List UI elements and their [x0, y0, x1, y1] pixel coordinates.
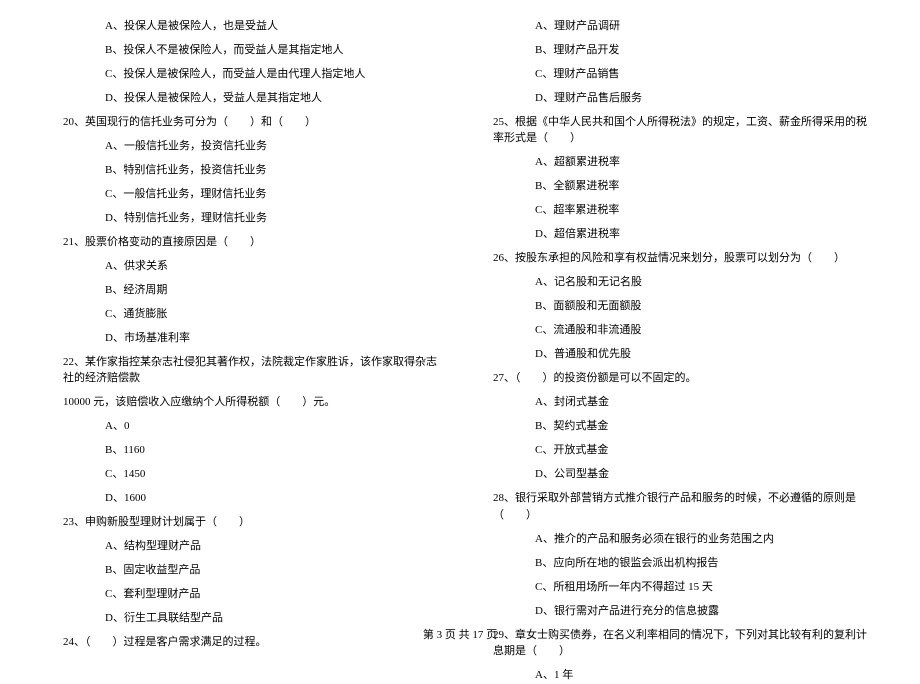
option-text: A、结构型理财产品	[45, 538, 445, 555]
option-text: D、市场基准利率	[45, 330, 445, 347]
option-text: A、0	[45, 418, 445, 435]
option-text: C、套利型理财产品	[45, 586, 445, 603]
option-text: A、理财产品调研	[475, 18, 875, 35]
option-text: D、1600	[45, 490, 445, 507]
option-text: B、面额股和无面额股	[475, 298, 875, 315]
option-text: B、特别信托业务，投资信托业务	[45, 162, 445, 179]
option-text: C、1450	[45, 466, 445, 483]
option-text: B、契约式基金	[475, 418, 875, 435]
option-text: D、衍生工具联结型产品	[45, 610, 445, 627]
option-text: C、一般信托业务，理财信托业务	[45, 186, 445, 203]
question-text: 23、申购新股型理财计划属于（ ）	[45, 514, 445, 531]
question-text: 20、英国现行的信托业务可分为（ ）和（ ）	[45, 114, 445, 131]
option-text: B、固定收益型产品	[45, 562, 445, 579]
option-text: D、普通股和优先股	[475, 346, 875, 363]
right-column: A、理财产品调研 B、理财产品开发 C、理财产品销售 D、理财产品售后服务 25…	[460, 10, 890, 620]
option-text: B、投保人不是被保险人，而受益人是其指定地人	[45, 42, 445, 59]
option-text: C、超率累进税率	[475, 202, 875, 219]
option-text: C、流通股和非流通股	[475, 322, 875, 339]
option-text: B、全额累进税率	[475, 178, 875, 195]
option-text: B、经济周期	[45, 282, 445, 299]
option-text: D、超倍累进税率	[475, 226, 875, 243]
option-text: A、推介的产品和服务必须在银行的业务范围之内	[475, 531, 875, 548]
option-text: A、供求关系	[45, 258, 445, 275]
option-text: C、投保人是被保险人，而受益人是由代理人指定地人	[45, 66, 445, 83]
option-text: C、通货膨胀	[45, 306, 445, 323]
option-text: A、投保人是被保险人，也是受益人	[45, 18, 445, 35]
option-text: A、1 年	[475, 667, 875, 684]
option-text: D、理财产品售后服务	[475, 90, 875, 107]
question-text: 21、股票价格变动的直接原因是（ ）	[45, 234, 445, 251]
question-text: 25、根据《中华人民共和国个人所得税法》的规定，工资、薪金所得采用的税率形式是（…	[475, 114, 875, 147]
option-text: B、理财产品开发	[475, 42, 875, 59]
option-text: B、应向所在地的银监会派出机构报告	[475, 555, 875, 572]
page-footer: 第 3 页 共 17 页	[0, 626, 920, 642]
option-text: D、公司型基金	[475, 466, 875, 483]
option-text: A、超额累进税率	[475, 154, 875, 171]
option-text: B、1160	[45, 442, 445, 459]
question-continuation: 10000 元，该赔偿收入应缴纳个人所得税额（ ）元。	[45, 394, 445, 411]
option-text: A、一般信托业务，投资信托业务	[45, 138, 445, 155]
option-text: C、所租用场所一年内不得超过 15 天	[475, 579, 875, 596]
option-text: A、封闭式基金	[475, 394, 875, 411]
page-content: A、投保人是被保险人，也是受益人 B、投保人不是被保险人，而受益人是其指定地人 …	[0, 0, 920, 620]
question-text: 27、（ ）的投资份额是可以不固定的。	[475, 370, 875, 387]
left-column: A、投保人是被保险人，也是受益人 B、投保人不是被保险人，而受益人是其指定地人 …	[30, 10, 460, 620]
option-text: A、记名股和无记名股	[475, 274, 875, 291]
question-text: 28、银行采取外部营销方式推介银行产品和服务的时候，不必遵循的原则是（ ）	[475, 490, 875, 523]
question-text: 26、按股东承担的风险和享有权益情况来划分，股票可以划分为（ ）	[475, 250, 875, 267]
option-text: D、特别信托业务，理财信托业务	[45, 210, 445, 227]
option-text: D、投保人是被保险人，受益人是其指定地人	[45, 90, 445, 107]
option-text: C、理财产品销售	[475, 66, 875, 83]
question-text: 22、某作家指控某杂志社侵犯其著作权，法院裁定作家胜诉，该作家取得杂志社的经济赔…	[45, 354, 445, 387]
option-text: C、开放式基金	[475, 442, 875, 459]
option-text: D、银行需对产品进行充分的信息披露	[475, 603, 875, 620]
